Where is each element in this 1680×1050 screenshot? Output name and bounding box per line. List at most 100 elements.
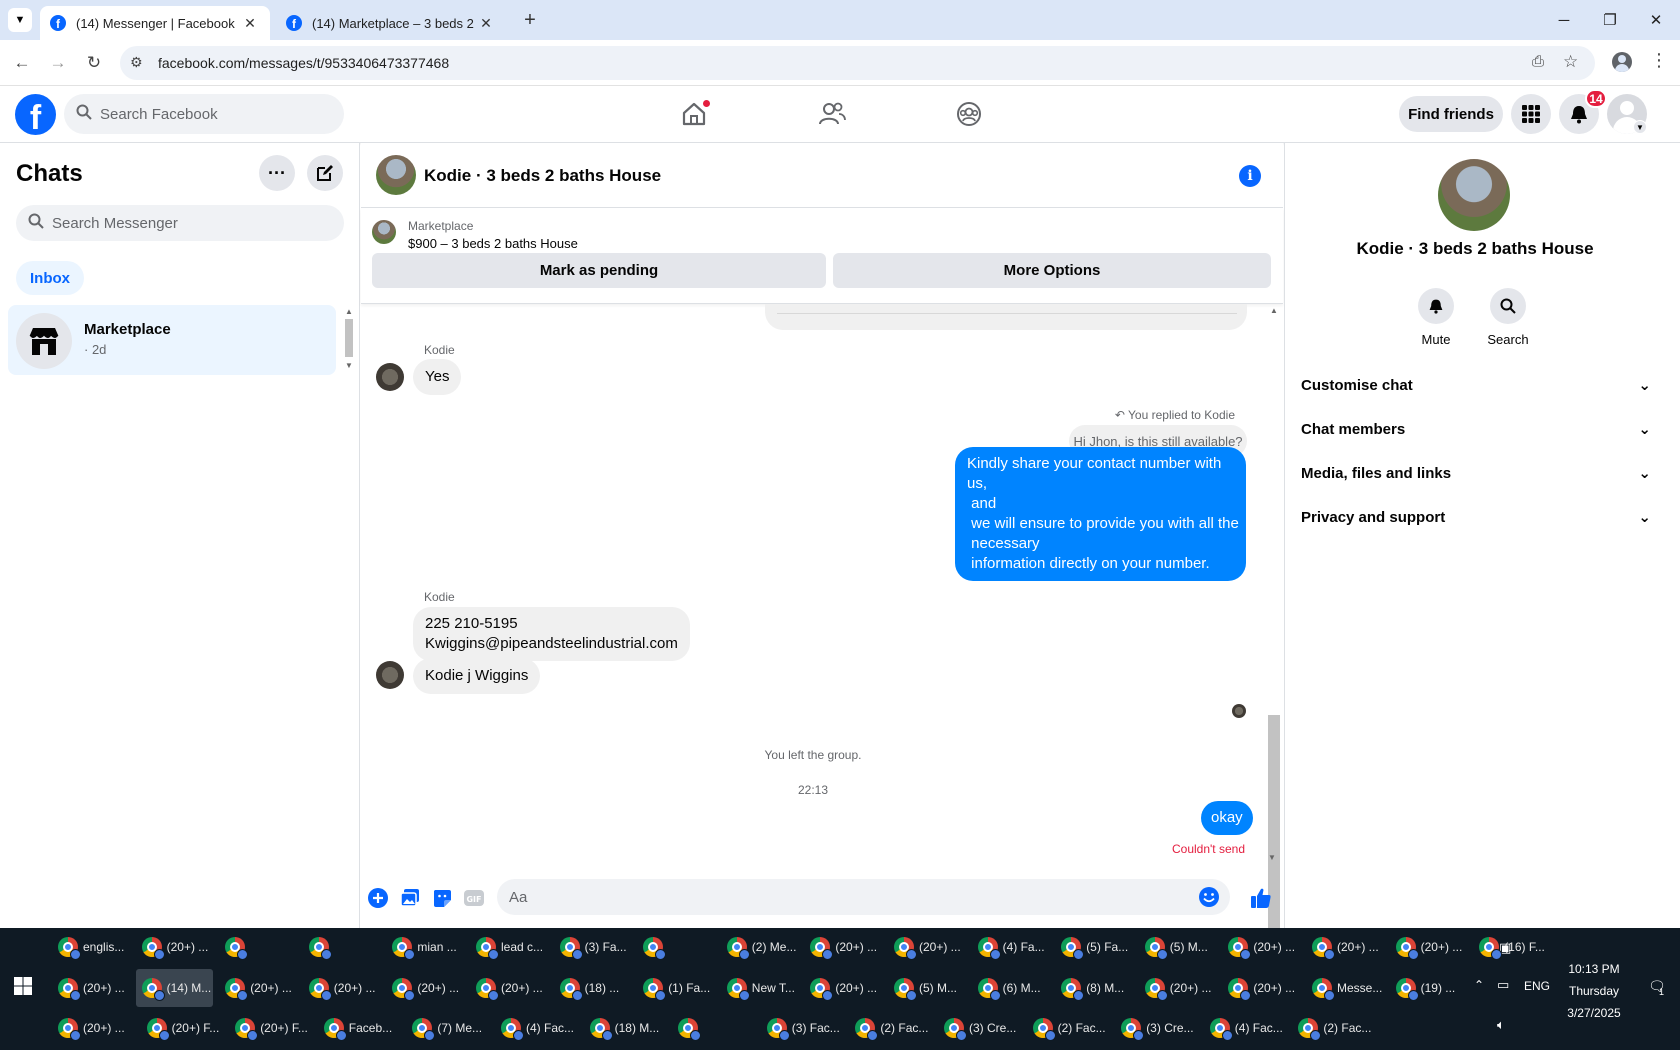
taskbar-window-button[interactable]: New T... <box>721 969 799 1007</box>
chat-list-item[interactable]: Marketplace · 2d <box>8 305 336 375</box>
taskbar-window-button[interactable]: (20+) ... <box>804 969 882 1007</box>
taskbar-window-button[interactable]: (6) M... <box>972 969 1050 1007</box>
taskbar-window-button[interactable]: (20+) ... <box>888 928 966 966</box>
outgoing-message-bubble[interactable]: okay <box>1201 801 1253 835</box>
taskbar-window-button[interactable]: (2) Fac... <box>849 1009 932 1047</box>
taskbar-window-button[interactable]: (20+) ... <box>804 928 882 966</box>
taskbar-window-button[interactable]: (16) F... <box>1473 928 1551 966</box>
email-text[interactable]: Kwiggins@pipeandsteelindustrial.com <box>425 634 678 654</box>
taskbar-window-button[interactable] <box>672 1009 755 1047</box>
messenger-search-input[interactable]: Search Messenger <box>16 205 344 241</box>
forward-button[interactable]: → <box>46 51 70 75</box>
reload-button[interactable]: ↻ <box>82 51 106 75</box>
plus-circle-icon[interactable] <box>368 888 388 908</box>
start-button[interactable] <box>14 977 34 997</box>
taskbar-window-button[interactable]: (20+) ... <box>1306 928 1384 966</box>
message-list-scrollbar[interactable]: ▲ <box>1265 304 1283 991</box>
taskbar-window-button[interactable]: (2) Fac... <box>1027 1009 1110 1047</box>
taskbar-window-button[interactable]: (20+) ... <box>303 969 381 1007</box>
outgoing-message-bubble[interactable]: Kindly share your contact number with us… <box>955 447 1246 581</box>
listing-profile-picture[interactable] <box>1438 159 1510 231</box>
taskbar-window-button[interactable]: (5) Fa... <box>1055 928 1133 966</box>
close-tab-icon[interactable]: ✕ <box>476 15 496 32</box>
show-hidden-icons[interactable]: ⌃ <box>1474 978 1484 992</box>
taskbar-window-button[interactable]: (1) Fa... <box>637 969 715 1007</box>
menu-grid-button[interactable] <box>1511 94 1551 134</box>
media-files-links-section[interactable]: Media, files and links ⌄ <box>1301 458 1651 488</box>
chat-options-button[interactable]: ··· <box>259 155 295 191</box>
taskbar-window-button[interactable]: (3) Cre... <box>938 1009 1021 1047</box>
photo-icon[interactable] <box>400 888 420 908</box>
taskbar-window-button[interactable] <box>303 928 381 966</box>
taskbar-window-button[interactable]: (2) Fac... <box>1292 1009 1375 1047</box>
send-failed-label[interactable]: Couldn't send <box>1061 842 1245 856</box>
sender-avatar[interactable] <box>376 661 404 689</box>
listing-avatar[interactable] <box>376 155 416 195</box>
taskbar-window-button[interactable]: (18) ... <box>554 969 632 1007</box>
back-button[interactable]: ← <box>10 51 34 75</box>
listing-price-title[interactable]: $900 – 3 beds 2 baths House <box>408 236 578 251</box>
message-bubble[interactable]: Yes <box>413 359 462 395</box>
taskbar-window-button[interactable] <box>637 928 715 966</box>
taskbar-window-button[interactable] <box>219 928 297 966</box>
taskbar-window-button[interactable]: mian ... <box>386 928 464 966</box>
network-icon[interactable]: ▭ <box>1497 977 1509 993</box>
nav-groups-icon[interactable] <box>949 96 989 132</box>
sticker-icon[interactable] <box>432 888 452 908</box>
taskbar-window-button[interactable]: (8) M... <box>1055 969 1133 1007</box>
browser-tab-messenger[interactable]: f (14) Messenger | Facebook ✕ <box>40 6 270 40</box>
taskbar-window-button[interactable]: (20+) ... <box>1139 969 1217 1007</box>
mark-as-pending-button[interactable]: Mark as pending <box>372 253 826 288</box>
system-clock[interactable]: 10:13 PM Thursday 3/27/2025 <box>1548 958 1640 1024</box>
taskbar-window-button[interactable]: (5) M... <box>888 969 966 1007</box>
message-bubble[interactable]: 225 210-5195 Kwiggins@pipeandsteelindust… <box>413 607 690 661</box>
new-tab-button[interactable]: + <box>518 8 542 32</box>
find-friends-button[interactable]: Find friends <box>1399 96 1503 132</box>
volume-icon[interactable]: 🔈︎ <box>1497 1017 1505 1033</box>
taskbar-window-button[interactable]: (4) Fac... <box>1204 1009 1287 1047</box>
taskbar-window-button[interactable]: (20+) ... <box>1390 928 1468 966</box>
facebook-search-input[interactable]: Search Facebook <box>64 94 344 134</box>
taskbar-window-button[interactable]: (5) M... <box>1139 928 1217 966</box>
taskbar-window-button[interactable]: (7) Me... <box>406 1009 489 1047</box>
taskbar-window-button[interactable]: (20+) F... <box>141 1009 224 1047</box>
taskbar-window-button[interactable]: (4) Fa... <box>972 928 1050 966</box>
taskbar-window-button[interactable]: Messe... <box>1306 969 1384 1007</box>
restore-button[interactable]: ❐ <box>1587 0 1633 40</box>
taskbar-window-button[interactable]: (20+) ... <box>52 969 130 1007</box>
listing-thumbnail[interactable] <box>372 220 396 244</box>
language-indicator[interactable]: ENG <box>1524 979 1550 993</box>
taskbar-window-button[interactable]: (20+) ... <box>386 969 464 1007</box>
customise-chat-section[interactable]: Customise chat ⌄ <box>1301 370 1651 400</box>
taskbar-window-button[interactable]: (20+) ... <box>52 1009 135 1047</box>
sender-avatar[interactable] <box>376 363 404 391</box>
taskbar-window-button[interactable]: (20+) ... <box>470 969 548 1007</box>
chat-members-section[interactable]: Chat members ⌄ <box>1301 414 1651 444</box>
info-icon[interactable]: i <box>1239 165 1261 187</box>
nav-friends-icon[interactable] <box>812 96 852 132</box>
minimize-button[interactable]: ─ <box>1541 0 1587 40</box>
search-action[interactable]: Search <box>1478 288 1538 347</box>
bookmark-star-icon[interactable]: ☆ <box>1563 52 1578 72</box>
gif-icon[interactable]: GIF <box>464 888 484 908</box>
install-app-icon[interactable]: ⎙ <box>1532 53 1544 70</box>
message-input[interactable]: Aa <box>497 879 1230 915</box>
taskbar-window-button[interactable]: (19) ... <box>1390 969 1468 1007</box>
chat-list-scrollbar[interactable]: ▲ ▼ <box>343 307 355 373</box>
inbox-filter-tab[interactable]: Inbox <box>16 261 84 295</box>
facebook-logo-icon[interactable]: f <box>15 94 56 135</box>
address-bar[interactable]: ⚙ facebook.com/messages/t/95334064733774… <box>120 46 1595 80</box>
taskbar-window-button[interactable]: (3) Cre... <box>1115 1009 1198 1047</box>
taskbar-window-button[interactable]: (20+) ... <box>1222 969 1300 1007</box>
browser-menu-icon[interactable]: ⋮ <box>1650 50 1668 71</box>
taskbar-window-button[interactable]: (3) Fa... <box>554 928 632 966</box>
taskbar-window-button[interactable]: (4) Fac... <box>495 1009 578 1047</box>
emoji-icon[interactable] <box>1199 887 1219 911</box>
thumbs-up-icon[interactable] <box>1249 886 1273 910</box>
taskbar-window-button[interactable]: (20+) F... <box>229 1009 312 1047</box>
taskbar-window-button[interactable]: (2) Me... <box>721 928 799 966</box>
close-window-button[interactable]: ✕ <box>1633 0 1679 40</box>
tab-search-button[interactable]: ▼ <box>8 8 32 32</box>
taskbar-window-button[interactable]: (14) M... <box>135 969 214 1007</box>
more-options-button[interactable]: More Options <box>833 253 1271 288</box>
